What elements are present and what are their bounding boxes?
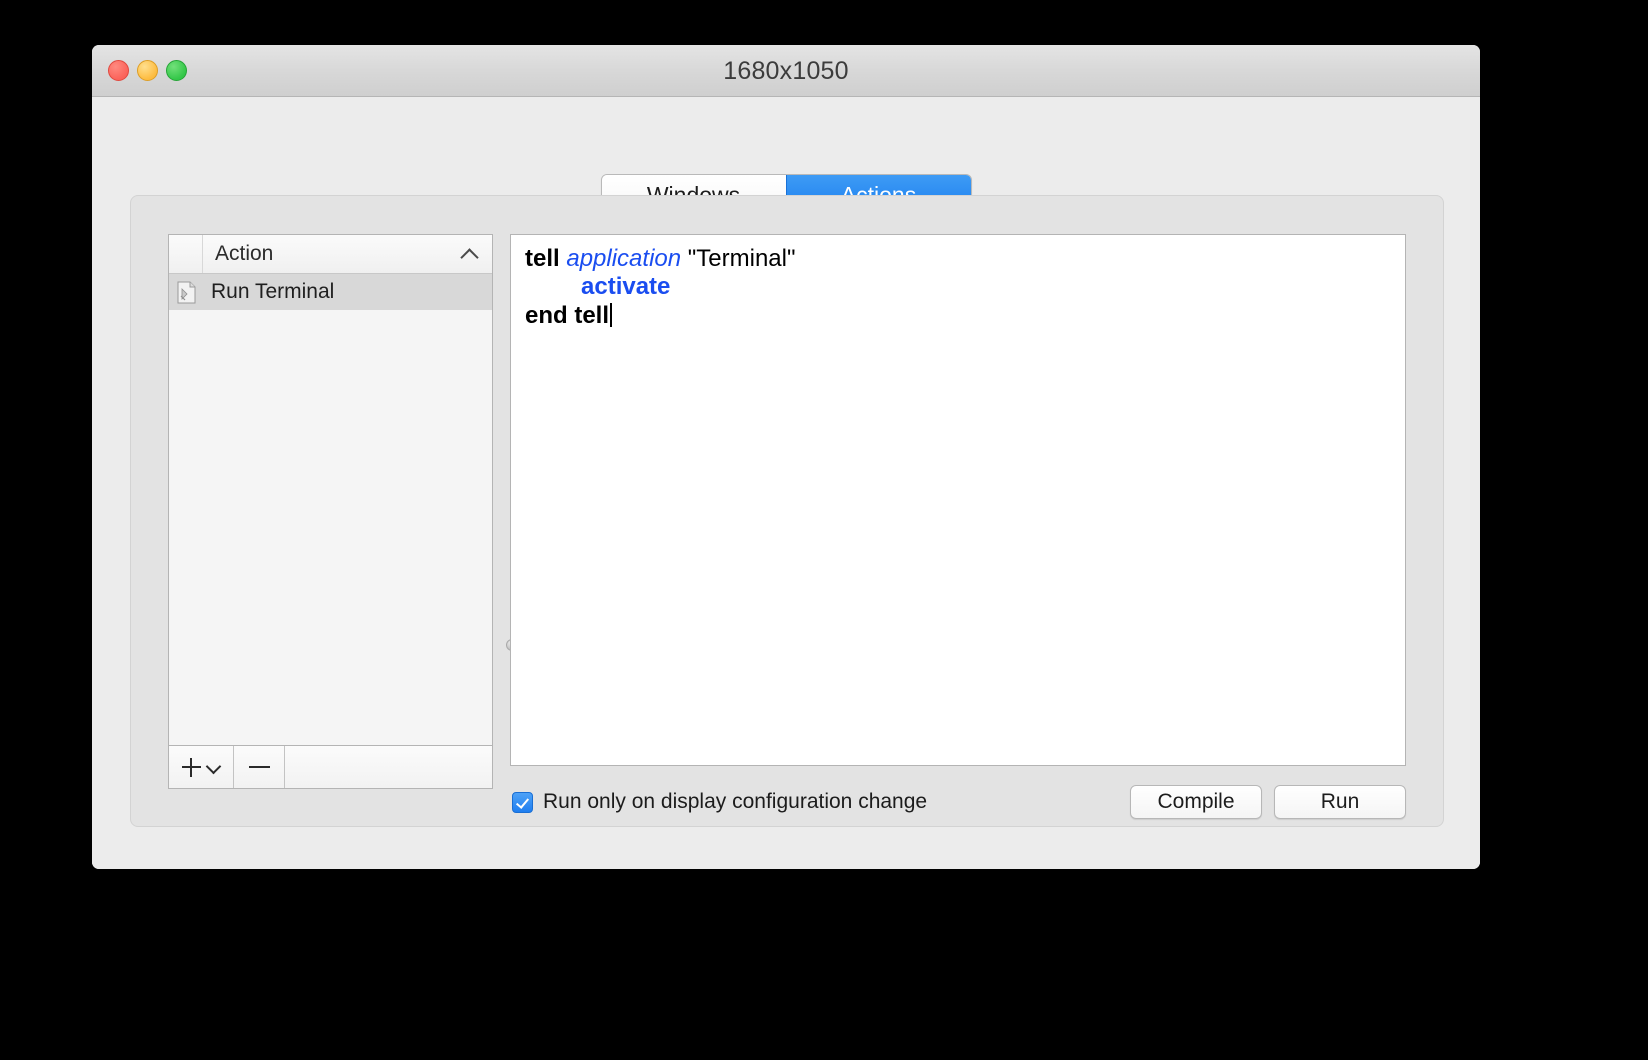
table-footer-filler [285, 746, 492, 788]
code-string-terminal: "Terminal" [688, 245, 796, 272]
row-icon-cell [169, 281, 203, 304]
code-keyword-end-tell: end tell [525, 302, 609, 329]
run-button[interactable]: Run [1274, 785, 1406, 819]
column-header-action[interactable]: Action [203, 235, 492, 273]
actions-list-pane: Action [168, 234, 493, 789]
remove-action-button[interactable] [234, 746, 285, 788]
actions-table-body: Run Terminal [169, 274, 492, 745]
script-editor[interactable]: tell application "Terminal" activate end… [510, 234, 1406, 766]
checkbox-label: Run only on display configuration change [543, 790, 927, 814]
app-window: 1680x1050 Windows Actions Action [92, 45, 1480, 869]
minus-icon [249, 766, 270, 768]
column-header-action-label: Action [215, 242, 273, 266]
table-row-label: Run Terminal [203, 280, 334, 304]
plus-icon [182, 758, 201, 777]
chevron-down-icon [207, 761, 220, 774]
window-titlebar[interactable]: 1680x1050 [92, 45, 1480, 97]
run-on-display-change-option[interactable]: Run only on display configuration change [512, 790, 927, 814]
text-cursor [610, 303, 612, 327]
window-title: 1680x1050 [92, 57, 1480, 86]
checkbox-run-on-display-change[interactable] [512, 792, 533, 813]
script-editor-content: tell application "Terminal" activate end… [525, 245, 1391, 330]
chevron-up-icon[interactable] [462, 246, 478, 262]
screen: 1680x1050 Windows Actions Action [0, 0, 1648, 1060]
code-keyword-tell: tell [525, 245, 566, 272]
window-body: Windows Actions Action [92, 97, 1480, 869]
table-row[interactable]: Run Terminal [169, 274, 492, 310]
actions-table-header: Action [169, 235, 492, 274]
actions-content-panel: Action [130, 195, 1444, 827]
code-class-application: application [566, 245, 687, 272]
applescript-document-icon [177, 281, 196, 304]
compile-button[interactable]: Compile [1130, 785, 1262, 819]
code-command-activate: activate [581, 273, 670, 300]
editor-action-buttons: Compile Run [1130, 785, 1406, 819]
table-header-gutter [169, 235, 203, 273]
actions-table-footer [169, 745, 492, 788]
add-action-button[interactable] [169, 746, 234, 788]
